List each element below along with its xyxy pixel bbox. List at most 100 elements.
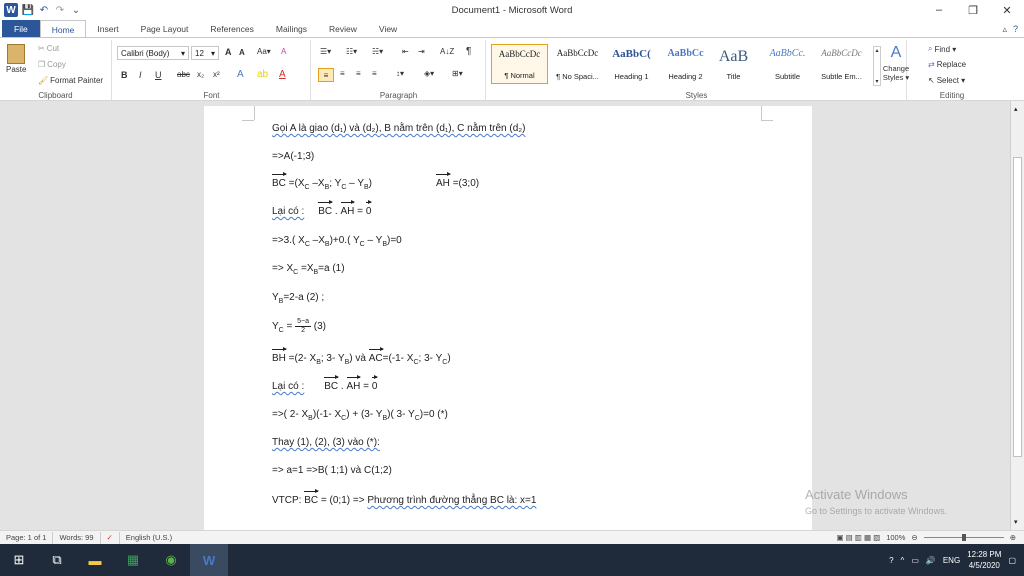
style-subtitle[interactable]: AaBbCc. Subtitle	[759, 44, 816, 84]
multilevel-list-icon[interactable]: ☵▾	[372, 47, 383, 56]
paste-button[interactable]: Paste	[6, 44, 26, 74]
font-name-combo[interactable]: Calibri (Body) ▾	[117, 46, 189, 60]
activate-windows-watermark: Activate Windows	[805, 487, 908, 502]
volume-icon[interactable]: 🔊	[926, 556, 936, 565]
strikethrough-button[interactable]: abc	[177, 70, 190, 79]
select-button[interactable]: ↖ Select ▾	[928, 76, 965, 85]
zoom-slider[interactable]	[923, 534, 1004, 541]
ribbon-tabs: File Home Insert Page Layout References …	[0, 20, 1024, 38]
numbering-icon[interactable]: ☷▾	[346, 47, 357, 56]
language-indicator[interactable]: English (U.S.)	[120, 532, 178, 544]
zoom-in-icon[interactable]: ⊕	[1010, 533, 1016, 542]
close-button[interactable]: ✕	[990, 0, 1024, 20]
clear-format-button[interactable]: A	[281, 47, 286, 56]
chevron-up-icon[interactable]: ^	[901, 556, 905, 565]
style-subtle-emphasis[interactable]: AaBbCcDc Subtle Em...	[813, 44, 870, 84]
style-heading-1[interactable]: AaBbC(Heading 1	[603, 44, 660, 84]
highlight-icon[interactable]: ab	[257, 69, 268, 80]
tab-references[interactable]: References	[199, 20, 264, 38]
tab-mailings[interactable]: Mailings	[265, 20, 318, 38]
find-button[interactable]: ⌕ Find ▾	[928, 44, 956, 54]
chrome-icon[interactable]: ◉	[152, 544, 190, 576]
document-page[interactable]: Gọi A là giao (d₁) và (d₂), B nằm trên (…	[204, 106, 812, 530]
word-count[interactable]: Words: 99	[53, 531, 101, 544]
minimize-button[interactable]: –	[922, 0, 956, 20]
change-case-button[interactable]: Aa▾	[257, 47, 271, 56]
page-count[interactable]: Page: 1 of 1	[0, 531, 54, 544]
undo-icon[interactable]: ↶	[38, 4, 50, 16]
doc-line-4: Lại có : BC . AH = 0	[272, 200, 372, 217]
word-app-icon[interactable]: W	[4, 3, 18, 17]
show-marks-icon[interactable]: ¶	[466, 46, 471, 57]
paste-icon	[7, 44, 26, 64]
view-buttons[interactable]: ▣ ▤ ▥ ▦ ▧	[836, 533, 880, 542]
shrink-font-button[interactable]: A	[239, 48, 245, 57]
customize-qat-icon[interactable]: ⌄	[70, 4, 82, 16]
replace-button[interactable]: ⇄ Replace	[928, 60, 966, 69]
borders-icon[interactable]: ⊞▾	[452, 69, 463, 78]
windows-start-icon[interactable]: ⊞	[0, 544, 38, 576]
tab-view[interactable]: View	[368, 20, 408, 38]
format-painter-button[interactable]: 🖌 Format Painter	[38, 76, 103, 85]
grow-font-button[interactable]: A	[225, 47, 232, 57]
save-icon[interactable]: 💾	[22, 4, 34, 16]
tab-review[interactable]: Review	[318, 20, 368, 38]
justify-icon[interactable]: ≡	[372, 69, 377, 78]
tab-file[interactable]: File	[2, 20, 40, 38]
change-styles-icon: A	[890, 44, 902, 61]
notification-icon[interactable]: ▢	[1008, 556, 1016, 565]
zoom-out-icon[interactable]: ⊖	[911, 533, 917, 542]
task-view-icon[interactable]: ⧉	[38, 544, 76, 576]
change-styles-button[interactable]: A Change Styles ▾	[883, 44, 909, 82]
file-explorer-icon[interactable]: ▬	[76, 544, 114, 576]
bullets-icon[interactable]: ☰▾	[320, 47, 331, 56]
shading-icon[interactable]: ◈▾	[424, 69, 434, 78]
decrease-indent-icon[interactable]: ⇤	[402, 47, 409, 56]
vertical-scrollbar[interactable]: ▴ ▾	[1010, 101, 1024, 530]
clipboard-group: Paste ✂ Cut ❐ Copy 🖌 Format Painter Clipboa…	[0, 40, 112, 100]
tab-insert[interactable]: Insert	[86, 20, 129, 38]
quick-access-toolbar: W 💾 ↶ ↷ ⌄	[0, 3, 82, 17]
margin-corner	[761, 120, 773, 121]
subscript-button[interactable]: x₂	[197, 70, 204, 79]
line-spacing-icon[interactable]: ↕▾	[396, 69, 404, 78]
chevron-down-icon[interactable]: ▾	[1014, 518, 1018, 526]
taskbar: ⊞ ⧉ ▬ ▦ ◉ W ? ^ ▭ 🔊 ENG 12:28 PM 4/5/202…	[0, 544, 1024, 576]
align-center-icon[interactable]: ≡	[340, 69, 345, 78]
redo-icon[interactable]: ↷	[54, 4, 66, 16]
sort-icon[interactable]: A↓Z	[440, 47, 454, 56]
bold-button[interactable]: B	[121, 70, 128, 80]
restore-button[interactable]: ❐	[956, 0, 990, 20]
font-size-combo[interactable]: 12 ▾	[191, 46, 219, 60]
word-taskbar-icon[interactable]: W	[190, 544, 228, 576]
underline-button[interactable]: U	[155, 70, 162, 80]
italic-button[interactable]: I	[139, 70, 142, 80]
network-icon[interactable]: ▭	[911, 556, 919, 565]
align-left-icon[interactable]: ≡	[318, 68, 334, 82]
excel-icon[interactable]: ▦	[114, 544, 152, 576]
style-title[interactable]: AaB Title	[705, 44, 762, 84]
styles-scroll[interactable]: ▴ ▾	[873, 46, 881, 86]
help-icon[interactable]: ?	[1013, 24, 1018, 34]
scroll-thumb[interactable]	[1013, 157, 1022, 457]
increase-indent-icon[interactable]: ⇥	[418, 47, 425, 56]
tab-home[interactable]: Home	[39, 20, 87, 38]
text-effects-icon[interactable]: A	[237, 69, 244, 80]
style-no-spacing[interactable]: AaBbCcDc ¶ No Spaci...	[549, 44, 606, 84]
superscript-button[interactable]: x²	[213, 70, 220, 79]
minimize-ribbon-icon[interactable]: ▵	[1002, 24, 1007, 35]
clock[interactable]: 12:28 PM 4/5/2020	[967, 549, 1001, 571]
copy-button[interactable]: ❐ Copy	[38, 60, 66, 69]
chevron-up-icon[interactable]: ▴	[1014, 105, 1018, 113]
doc-line-13: => a=1 =>B( 1;1) và C(1;2)	[272, 465, 392, 476]
doc-line-6: => XC =XB=a (1)	[272, 263, 345, 276]
font-color-icon[interactable]: A	[279, 69, 286, 80]
proofing-icon[interactable]: ✓	[101, 531, 120, 544]
align-right-icon[interactable]: ≡	[356, 69, 361, 78]
zoom-level[interactable]: 100%	[886, 533, 905, 542]
cut-button[interactable]: ✂ Cut	[38, 44, 59, 53]
style-normal[interactable]: AaBbCcDc ¶ Normal	[491, 44, 548, 84]
language-tray[interactable]: ENG	[943, 556, 960, 565]
help-tray-icon[interactable]: ?	[889, 556, 893, 565]
tab-page-layout[interactable]: Page Layout	[130, 20, 200, 38]
